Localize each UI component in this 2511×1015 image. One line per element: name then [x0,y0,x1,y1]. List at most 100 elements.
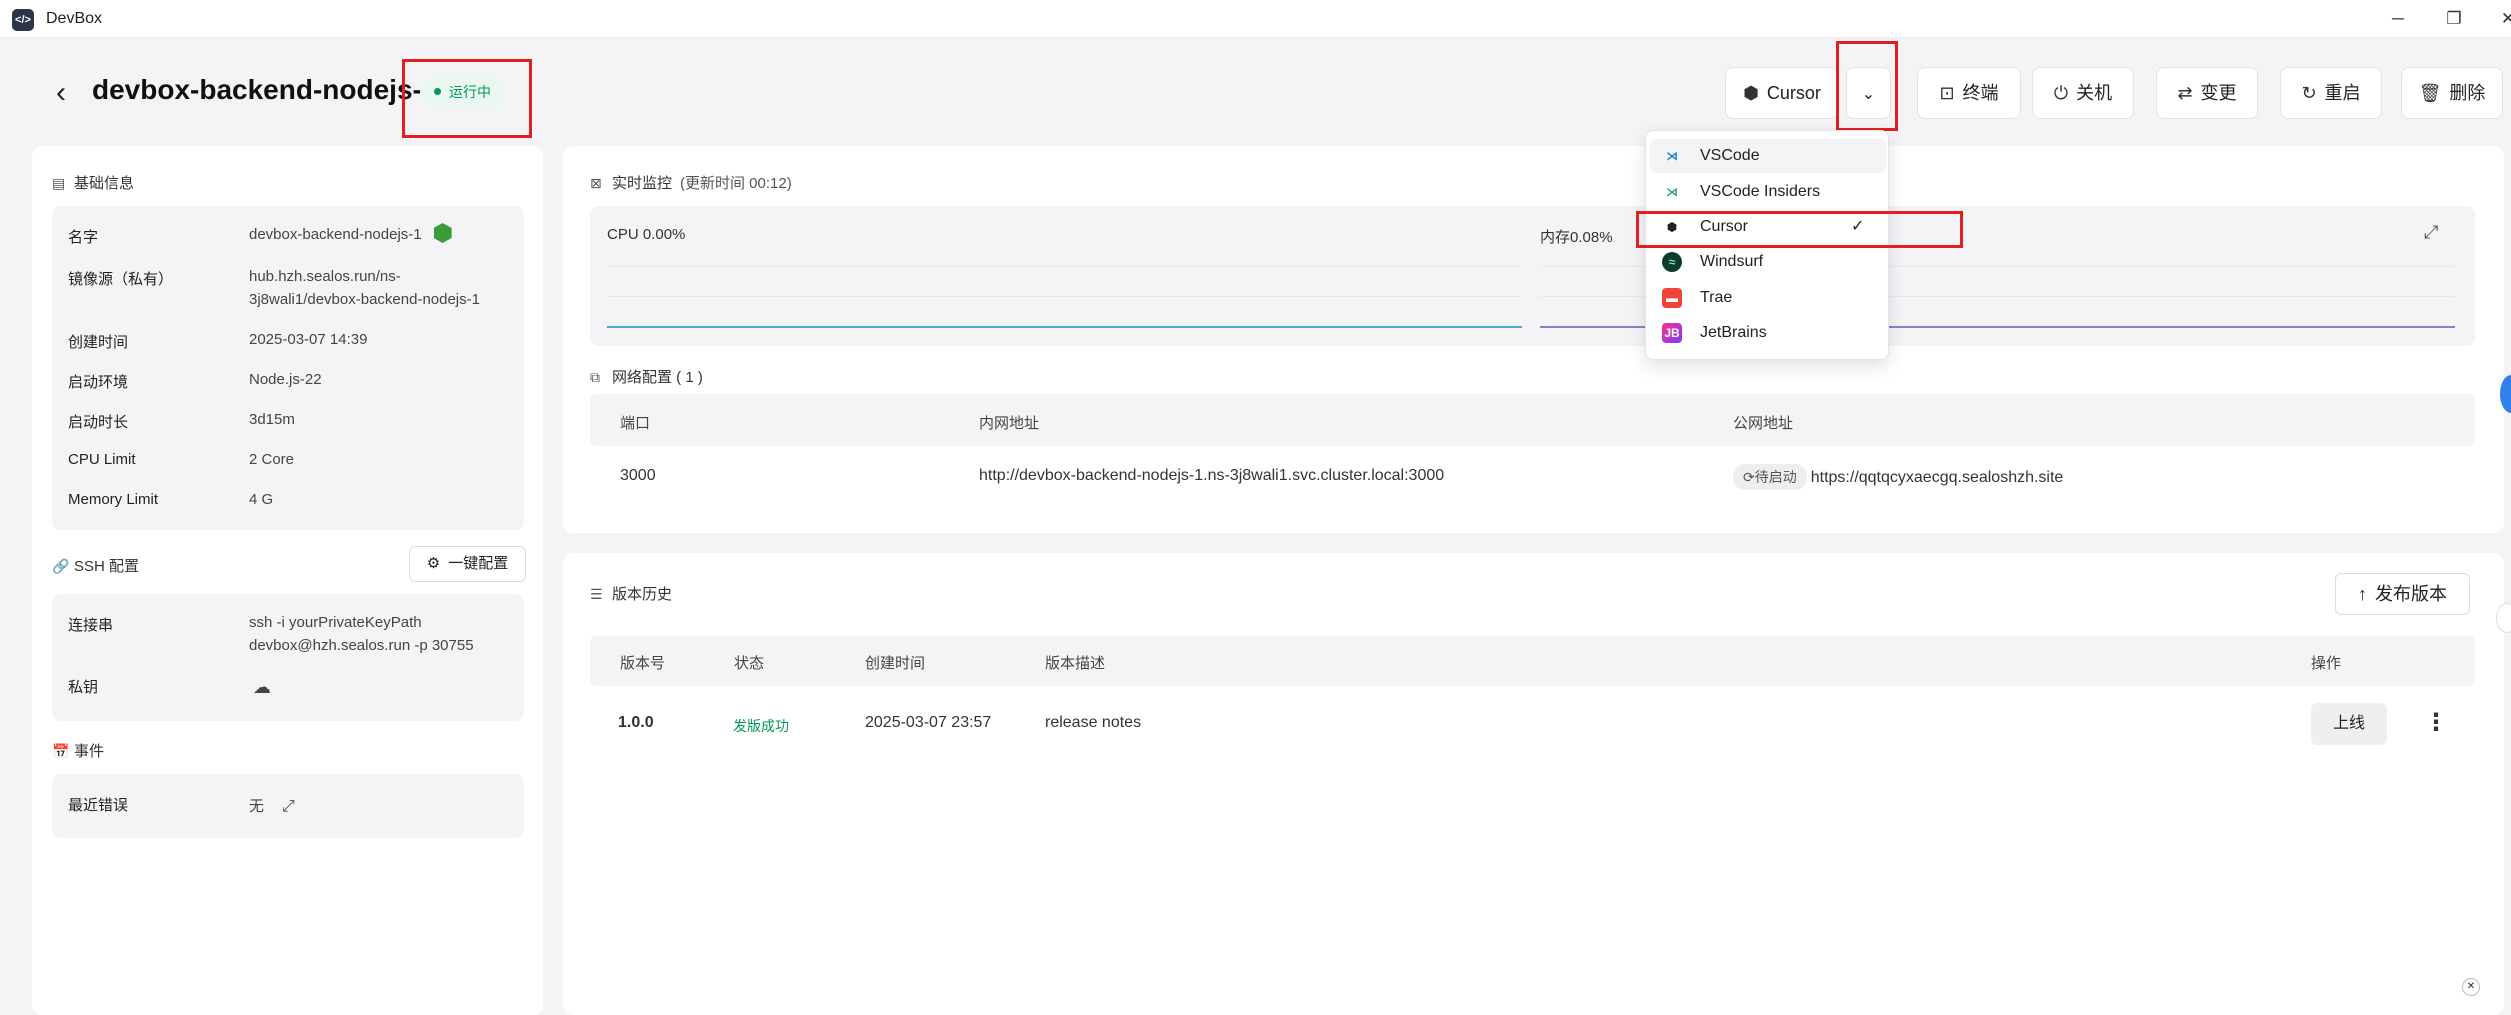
cpu-grid-line [607,296,1522,297]
change-button[interactable]: ⇄ 变更 [2156,67,2258,119]
delete-label: 删除 [2449,83,2486,103]
memory-usage-label: 内存0.08% [1540,229,1613,246]
uptime-label: 启动时长 [68,414,129,431]
ide-option-vscode[interactable]: ⋊ VSCode [1650,139,1886,173]
one-click-config-button[interactable]: ⚙ 一键配置 [409,546,526,582]
cloud-download-icon[interactable]: ☁ [253,676,271,699]
title-bar: </> DevBox ─ ❐ ✕ [0,0,2511,38]
ssh-connection-value[interactable]: ssh -i yourPrivateKeyPath [249,611,422,634]
network-public-cell: ⟳待启动 https://qqtqcyxaecgq.sealoshzh.site [1733,464,2063,490]
version-created: 2025-03-07 23:57 [865,714,992,731]
calendar-icon: 📅 [52,743,70,759]
jetbrains-icon: JB [1662,323,1682,343]
basic-info-title: ▤ 基础信息 [52,175,135,192]
minimize-icon[interactable]: ─ [2380,6,2416,32]
arrow-up-icon: ↑ [2358,584,2367,604]
col-version: 版本号 [620,655,666,672]
delete-button[interactable]: 🗑 删除 [2401,67,2503,119]
version-description: release notes [1045,714,1142,731]
floating-tool-icon[interactable] [2496,603,2511,633]
list-icon: ☰ [590,586,603,602]
devbox-logo-icon: </> [12,9,34,31]
close-icon[interactable]: ✕ [2490,6,2511,32]
cpu-grid-line [607,266,1522,267]
deploy-online-button[interactable]: 上线 [2311,703,2387,745]
last-error-value: 无 [249,798,265,815]
network-table-header [590,394,2475,446]
maximize-icon[interactable]: ❐ [2436,6,2472,32]
shutdown-label: 关机 [2076,83,2113,103]
ssh-title: 🔗 SSH 配置 [52,558,140,575]
private-key-label: 私钥 [68,679,99,696]
memory-limit-label: Memory Limit [68,491,159,508]
ide-option-vscode-insiders[interactable]: ⋊ VSCode Insiders [1650,175,1886,209]
col-status: 状态 [734,655,765,672]
col-public-address: 公网地址 [1733,415,1794,432]
terminal-button[interactable]: ⊡ 终端 [1917,67,2021,119]
col-description: 版本描述 [1045,655,1106,672]
shutdown-button[interactable]: ⏻ 关机 [2032,67,2134,119]
image-label: 镜像源（私有） [68,271,174,288]
version-status: 发版成功 [733,718,789,734]
app-title: DevBox [46,10,103,27]
swap-icon: ⇄ [2177,83,2193,103]
fullscreen-icon[interactable]: ⤢ [2424,222,2438,243]
ide-option-trae[interactable]: ▬ Trae [1650,281,1886,315]
monitor-icon: ⊠ [590,175,602,191]
link-icon: 🔗 [52,558,70,574]
ide-option-jetbrains[interactable]: JB JetBrains [1650,316,1886,350]
back-button[interactable]: ‹ [46,78,76,108]
expand-icon[interactable]: ⤢ [282,795,295,818]
trae-icon: ▬ [1662,288,1682,308]
network-port-value: 3000 [620,467,656,484]
ssh-connection-label: 连接串 [68,617,114,634]
col-actions: 操作 [2311,655,2342,672]
cpu-limit-label: CPU Limit [68,451,136,468]
vscode-insiders-icon: ⋊ [1666,185,1678,199]
restart-icon: ↻ [2301,83,2317,103]
runtime-value: Node.js-22 [249,371,322,388]
close-float-icon[interactable]: ✕ [2462,978,2480,996]
publish-version-button[interactable]: ↑ 发布版本 [2335,573,2470,615]
power-icon: ⏻ [2053,83,2069,103]
events-title: 📅 事件 [52,743,105,760]
version-title: ☰ 版本历史 [590,586,673,603]
uptime-value: 3d15m [249,411,295,428]
restart-button[interactable]: ↻ 重启 [2280,67,2382,119]
col-created: 创建时间 [865,655,926,672]
network-internal-value[interactable]: http://devbox-backend-nodejs-1.ns-3j8wal… [979,467,1444,485]
monitor-title: ⊠ 实时监控 (更新时间 00:12) [590,175,792,192]
vscode-icon: ⋊ [1666,149,1678,163]
cursor-icon: ⬢ [1743,83,1759,103]
highlight-box-status [402,59,532,138]
col-port: 端口 [620,415,651,432]
last-error-label: 最近错误 [68,797,129,814]
version-number: 1.0.0 [618,714,654,731]
cpu-series-line [607,326,1522,328]
windsurf-icon: ≈ [1662,252,1682,272]
loading-icon: ⟳ [1743,469,1755,485]
highlight-box-cursor-option [1636,211,1963,248]
nodejs-icon [433,223,452,243]
name-value: devbox-backend-nodejs-1 [249,223,452,246]
cpu-limit-value: 2 Core [249,451,295,468]
ssh-connection-value-line2[interactable]: devbox@hzh.sealos.run -p 30755 [249,634,474,657]
network-title: ⧉ 网络配置 ( 1 ) [590,369,703,386]
publish-version-label: 发布版本 [2375,584,2447,604]
name-label: 名字 [68,229,99,246]
document-icon: ▤ [52,175,66,191]
terminal-icon: ⊡ [1939,83,1955,103]
created-label: 创建时间 [68,334,129,351]
version-card [563,553,2504,1015]
network-public-link[interactable]: https://qqtqcyxaecgq.sealoshzh.site [1811,469,2064,486]
open-ide-button[interactable]: ⬢ Cursor [1725,67,1839,119]
ide-option-windsurf[interactable]: ≈ Windsurf [1650,245,1886,279]
pending-badge: ⟳待启动 [1733,464,1807,490]
created-value: 2025-03-07 14:39 [249,331,368,348]
cpu-usage-label: CPU 0.00% [607,226,686,243]
open-ide-label: Cursor [1766,83,1821,103]
change-label: 变更 [2200,83,2237,103]
image-value-line2: 3j8wali1/devbox-backend-nodejs-1 [249,291,480,308]
restart-label: 重启 [2324,83,2361,103]
more-options-icon[interactable]: ⋮ [2424,708,2448,737]
